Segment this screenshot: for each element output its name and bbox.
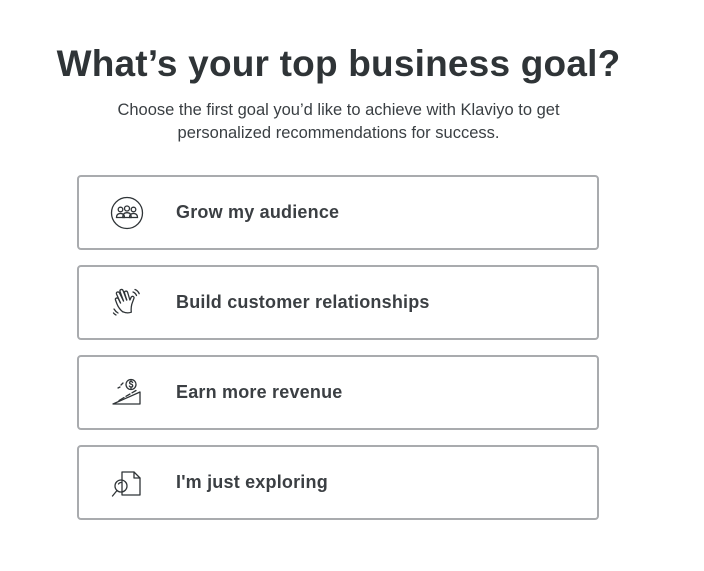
page-title: What’s your top business goal? bbox=[56, 43, 621, 84]
goal-option-grow-audience[interactable]: Grow my audience bbox=[77, 175, 599, 250]
goal-label: Build customer relationships bbox=[176, 292, 430, 312]
waving-hand-icon bbox=[109, 285, 145, 321]
document-search-icon bbox=[109, 465, 145, 501]
goal-label: Grow my audience bbox=[176, 202, 340, 222]
goal-label: Earn more revenue bbox=[176, 382, 343, 402]
goal-option-just-exploring[interactable]: I'm just exploring bbox=[77, 445, 599, 520]
goal-option-earn-revenue[interactable]: Earn more revenue bbox=[77, 355, 599, 430]
audience-group-icon bbox=[109, 195, 145, 231]
goal-option-build-relationships[interactable]: Build customer relationships bbox=[77, 265, 599, 340]
goal-options-list: Grow my audience Build customer relation… bbox=[77, 175, 599, 535]
revenue-growth-icon bbox=[109, 375, 145, 411]
goal-label: I'm just exploring bbox=[176, 472, 328, 492]
page-subtitle: Choose the first goal you’d like to achi… bbox=[117, 101, 560, 142]
